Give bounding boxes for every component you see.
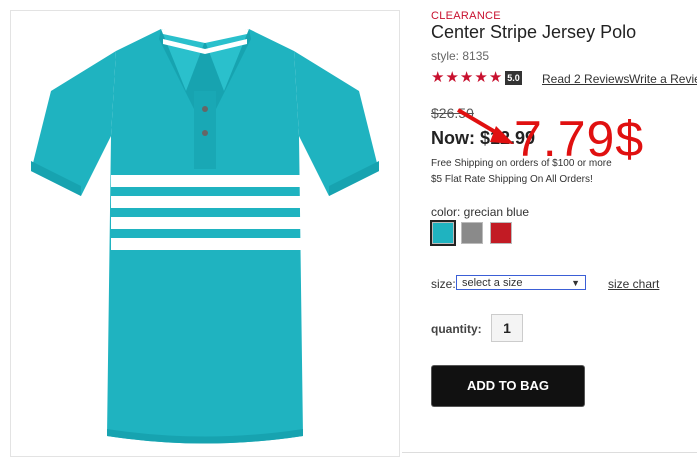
size-select-value: select a size [462,277,523,289]
rating-value: 5.0 [505,71,522,85]
product-image[interactable] [11,11,399,456]
size-select[interactable]: select a size ▼ [456,275,586,290]
swatch-gray[interactable] [461,222,483,244]
star-icon: ★ [488,69,503,86]
size-chart-link[interactable]: size chart [608,277,659,291]
chevron-down-icon: ▼ [571,278,580,288]
style-number: style: 8135 [431,49,490,63]
star-icon: ★ [445,69,459,86]
star-icon: ★ [459,69,474,86]
quantity-input[interactable]: 1 [491,314,523,342]
add-to-bag-button[interactable]: ADD TO BAG [432,366,584,406]
size-label: size: [431,277,456,291]
price-annotation: 7.79$ [514,111,645,167]
star-icon: ★ [431,69,445,86]
product-image-frame [10,10,400,457]
read-reviews-link[interactable]: Read 2 Reviews [542,72,629,86]
clearance-badge: CLEARANCE [431,10,501,22]
annotation-arrow-icon [456,108,514,144]
write-review-link[interactable]: Write a Review [629,72,697,86]
swatch-red[interactable] [490,222,512,244]
swatch-grecian-blue[interactable] [430,220,456,246]
color-label: color: grecian blue [431,205,530,219]
product-title: Center Stripe Jersey Polo [431,22,637,42]
rating-stars: ★ ★ ★ ★ ★ 5.0 [431,70,522,86]
shipping-info-flat: $5 Flat Rate Shipping On All Orders! [431,174,593,185]
divider [402,452,697,453]
quantity-label: quantity: [431,322,482,336]
star-icon: ★ [474,69,488,86]
